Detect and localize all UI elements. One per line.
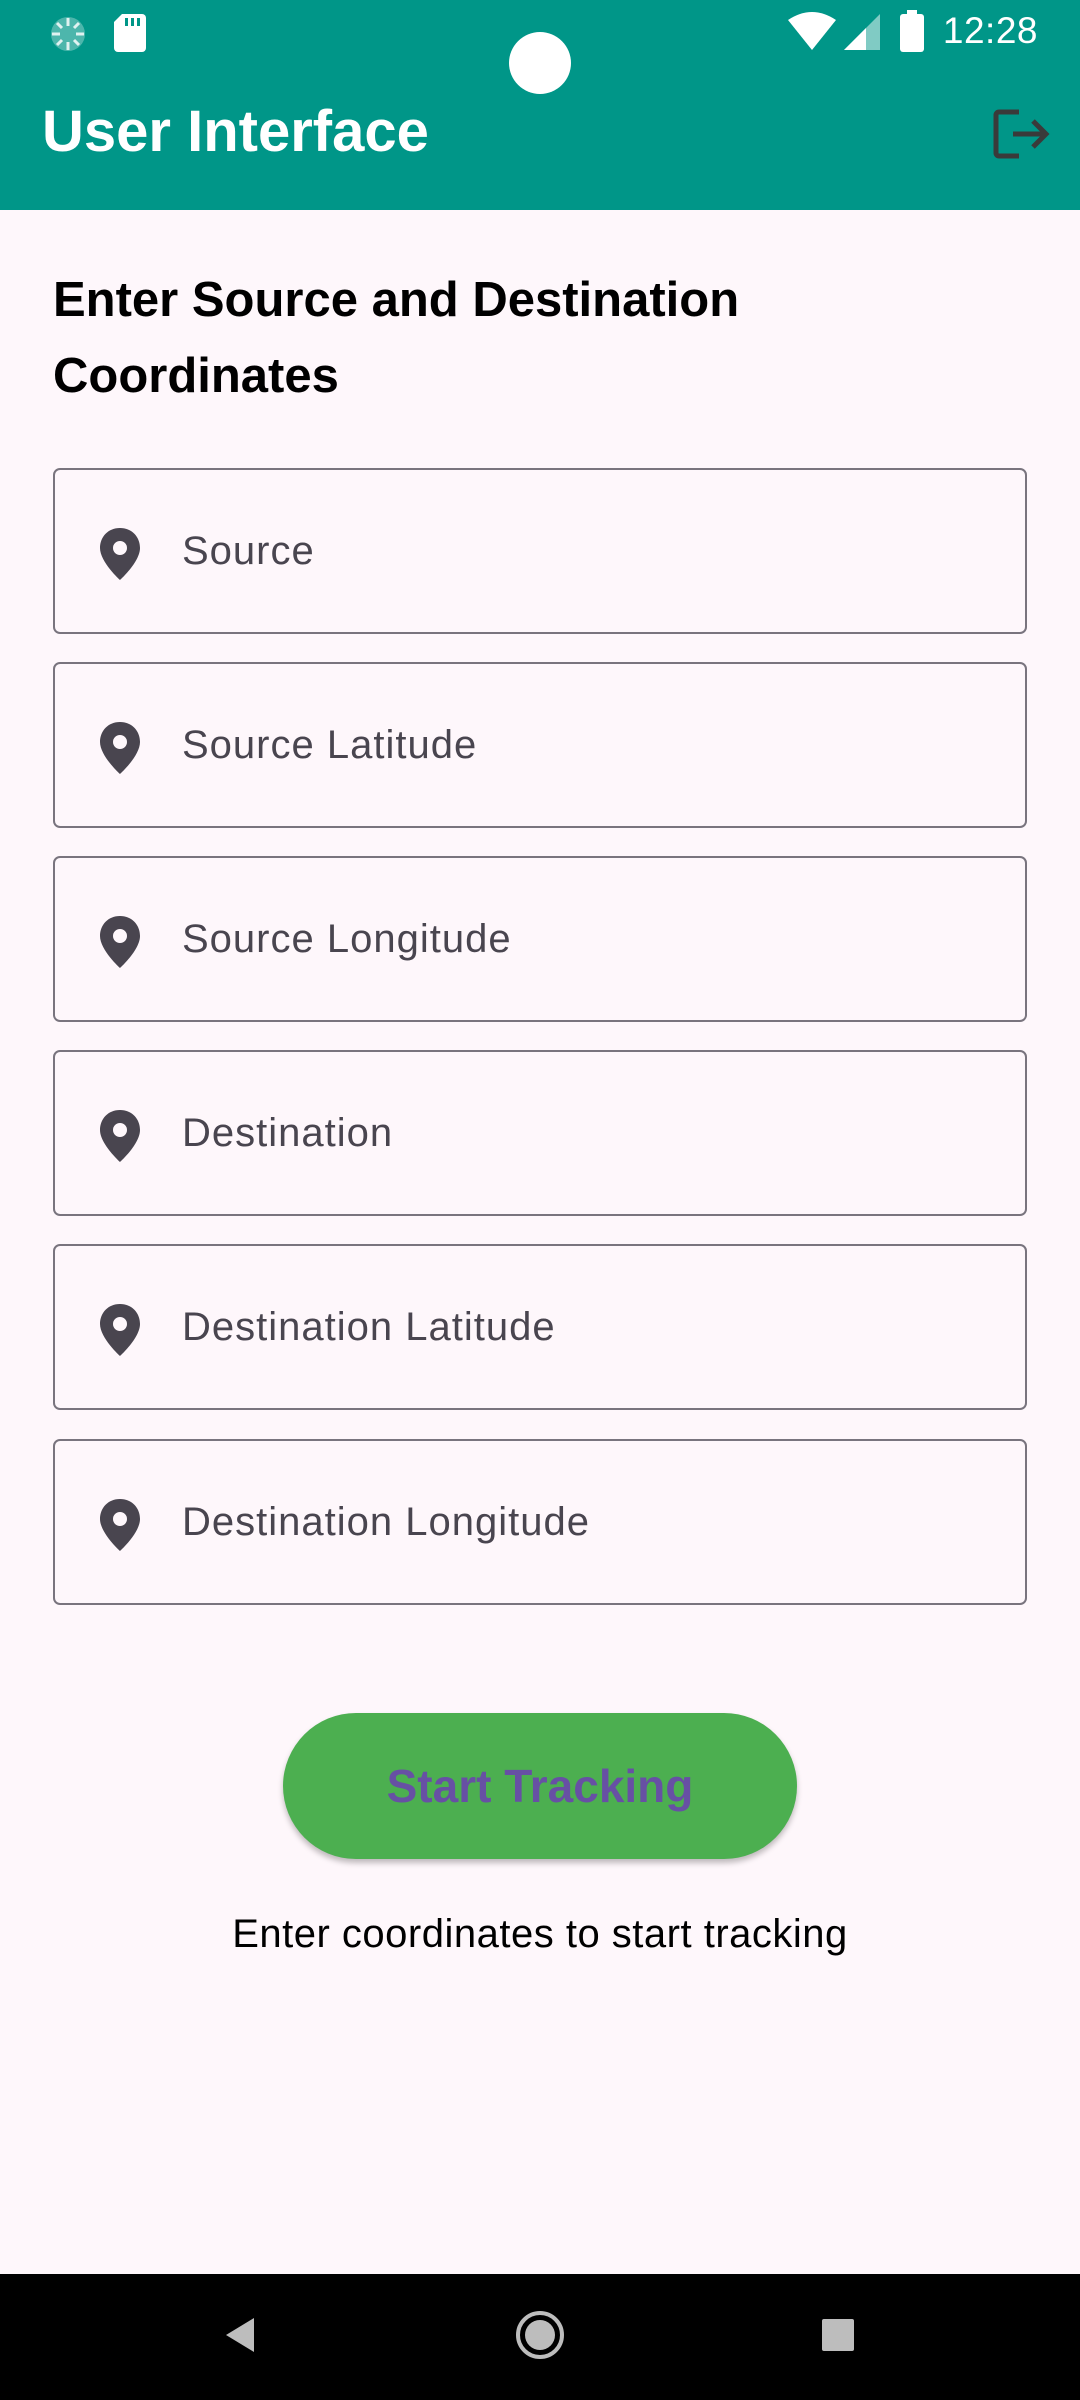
cellular-signal-icon (842, 12, 882, 57)
source-latitude-field[interactable]: Source Latitude (53, 662, 1027, 828)
source-placeholder: Source (182, 528, 315, 573)
home-button[interactable] (505, 2302, 575, 2372)
camera-cutout (509, 32, 571, 94)
start-tracking-button[interactable]: Start Tracking (283, 1713, 797, 1859)
logout-icon (993, 109, 1051, 164)
logout-button[interactable] (990, 104, 1054, 168)
source-longitude-placeholder: Source Longitude (182, 916, 512, 961)
source-longitude-field[interactable]: Source Longitude (53, 856, 1027, 1022)
location-pin-icon (95, 1302, 145, 1358)
home-icon (514, 2309, 566, 2366)
destination-field[interactable]: Destination (53, 1050, 1027, 1216)
status-time: 12:28 (942, 10, 1038, 51)
destination-longitude-placeholder: Destination Longitude (182, 1499, 590, 1544)
destination-latitude-field[interactable]: Destination Latitude (53, 1244, 1027, 1410)
recents-icon (820, 2317, 856, 2358)
source-latitude-placeholder: Source Latitude (182, 722, 478, 767)
sd-card-icon (114, 14, 146, 57)
location-pin-icon (95, 526, 145, 582)
location-pin-icon (95, 914, 145, 970)
destination-longitude-field[interactable]: Destination Longitude (53, 1439, 1027, 1605)
back-icon (222, 2315, 258, 2360)
battery-icon (900, 10, 924, 57)
destination-placeholder: Destination (182, 1110, 394, 1155)
app-bar: 12:28 User Interface (0, 0, 1080, 210)
location-pin-icon (95, 720, 145, 776)
location-pin-icon (95, 1108, 145, 1164)
location-pin-icon (95, 1497, 145, 1553)
app-title: User Interface (42, 99, 429, 164)
spinner-icon (48, 14, 88, 59)
tracking-status-text: Enter coordinates to start tracking (232, 1912, 848, 1956)
wifi-icon (788, 12, 836, 57)
destination-latitude-placeholder: Destination Latitude (182, 1304, 556, 1349)
screen: 12:28 User Interface Enter Source and De… (0, 0, 1080, 2400)
form-heading: Enter Source and Destination Coordinates (53, 273, 740, 403)
source-field[interactable]: Source (53, 468, 1027, 634)
navigation-bar (0, 2274, 1080, 2400)
recents-button[interactable] (803, 2302, 873, 2372)
back-button[interactable] (205, 2302, 275, 2372)
